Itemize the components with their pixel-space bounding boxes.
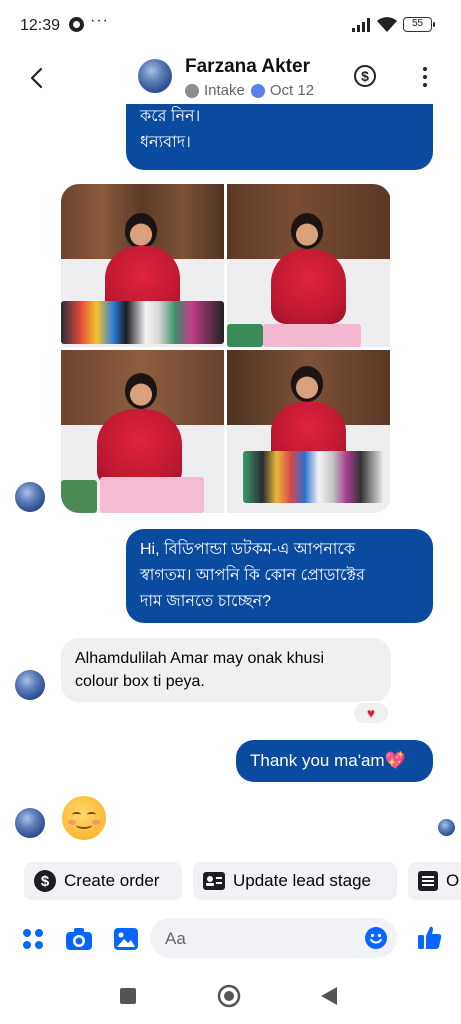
create-order-button[interactable]: $ Create order: [24, 862, 182, 900]
outgoing-message[interactable]: Hi, বিডিপান্ডা ডটকম-এ আপনাকে স্বাগতম। আপ…: [126, 529, 433, 623]
signal-icon: [352, 18, 370, 32]
status-time: 12:39: [20, 17, 61, 34]
smiling-emoji-icon[interactable]: ☺: [62, 796, 106, 840]
more-notifications-icon: ···: [90, 12, 109, 29]
image-icon: [114, 928, 138, 950]
lead-stage: Intake: [204, 82, 245, 99]
like-button[interactable]: [417, 924, 443, 950]
thumbs-up-icon: [418, 926, 442, 949]
recents-button[interactable]: [119, 987, 137, 1005]
photo[interactable]: [61, 350, 224, 513]
emoji-icon[interactable]: [365, 927, 387, 949]
message-line: করে নিন।: [140, 108, 201, 125]
update-lead-stage-button[interactable]: Update lead stage: [193, 862, 397, 900]
message-line: দাম জানতে চাচ্ছেন?: [140, 593, 272, 610]
date-dot-icon: [250, 83, 265, 98]
list-icon: [418, 870, 438, 892]
id-card-icon: [203, 870, 225, 892]
more-options-button[interactable]: [418, 64, 432, 90]
outgoing-message[interactable]: Thank you ma'am💖: [236, 740, 433, 782]
dollar-icon: $: [34, 870, 56, 892]
message-line: ধন্যবাদ।: [140, 134, 191, 151]
composer-bar: Aa: [0, 912, 461, 964]
message-line: স্বাগতম। আপনি কি কোন প্রোডাক্টের: [140, 567, 365, 584]
payment-button[interactable]: $: [354, 65, 376, 87]
apps-button[interactable]: [20, 926, 46, 952]
contact-name[interactable]: Farzana Akter: [185, 56, 310, 78]
contact-avatar-small[interactable]: [15, 670, 45, 700]
create-order-label: Create order: [64, 871, 160, 890]
chevron-left-icon: [30, 67, 43, 89]
contact-avatar-small[interactable]: [15, 808, 45, 838]
update-lead-stage-label: Update lead stage: [233, 871, 371, 890]
chrome-icon: [69, 17, 84, 32]
message-line: colour box ti peya.: [75, 673, 205, 690]
photo[interactable]: [227, 350, 390, 513]
heart-reaction-icon[interactable]: ♥: [352, 701, 390, 725]
photo[interactable]: [227, 184, 390, 347]
message-line: Alhamdulilah Amar may onak khusi: [75, 650, 325, 667]
third-action-label: O: [446, 871, 460, 890]
system-navigation-bar: [0, 970, 461, 1024]
wifi-icon: [377, 17, 397, 32]
battery-icon: 55: [403, 17, 435, 32]
contact-date: Oct 12: [269, 82, 315, 99]
message-line: Hi, বিডিপান্ডা ডটকম-এ আপনাকে: [140, 541, 356, 558]
contact-subtitle: Intake Oct 12: [185, 82, 314, 99]
back-nav-button[interactable]: [320, 986, 338, 1006]
third-action-button[interactable]: O: [408, 862, 461, 900]
home-button[interactable]: [217, 984, 241, 1008]
status-bar: 12:39 ··· 55: [0, 0, 461, 52]
outgoing-message[interactable]: করে নিন। ধন্যবাদ।: [126, 104, 433, 170]
stage-dot-icon: [185, 83, 199, 98]
photo-attachment-grid[interactable]: [61, 184, 391, 513]
contact-avatar[interactable]: [138, 59, 172, 93]
camera-icon: [66, 928, 92, 950]
message-input[interactable]: Aa: [150, 918, 397, 958]
gallery-button[interactable]: [113, 926, 139, 952]
message-text: Thank you ma'am💖: [250, 751, 406, 770]
seen-receipt-avatar: [438, 819, 455, 836]
contact-avatar-small[interactable]: [15, 482, 45, 512]
svg-text:$: $: [41, 873, 50, 890]
incoming-message[interactable]: Alhamdulilah Amar may onak khusi colour …: [61, 638, 391, 702]
message-placeholder: Aa: [165, 929, 186, 948]
camera-button[interactable]: [66, 926, 92, 952]
back-button[interactable]: [22, 64, 50, 92]
apps-icon: [23, 929, 43, 949]
photo[interactable]: [61, 184, 224, 347]
